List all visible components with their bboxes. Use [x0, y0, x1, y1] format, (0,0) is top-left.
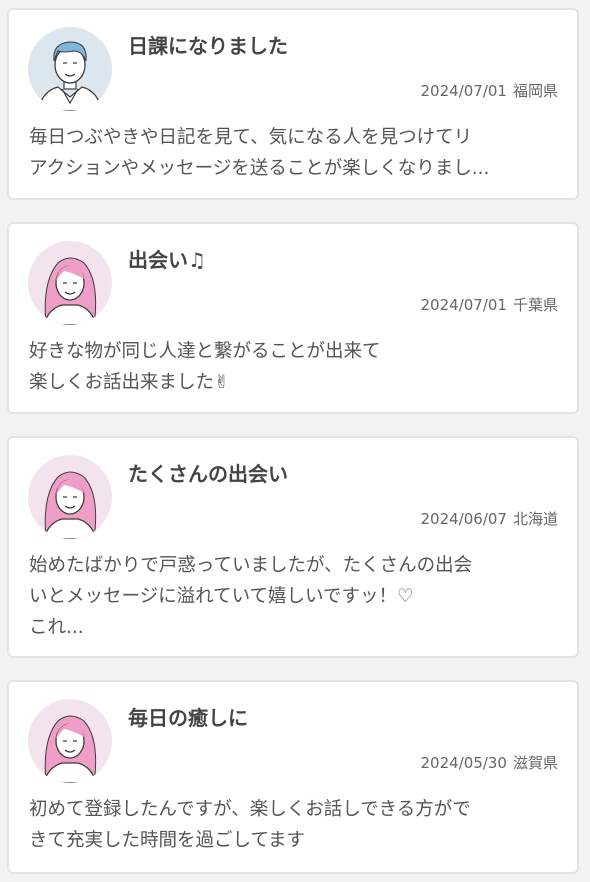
review-meta: 2024/05/30 滋賀県: [421, 752, 558, 773]
review-meta: 2024/07/01 千葉県: [421, 294, 558, 315]
woman-avatar-icon: [28, 241, 112, 325]
review-body: 始めたばかりで戸惑っていましたが、たくさんの出会 いとメッセージに溢れていて嬉し…: [29, 555, 473, 638]
review-card[interactable]: 毎日の癒しに 2024/05/30 滋賀県 初めて登録したんですが、楽しくお話しで…: [7, 680, 579, 874]
review-date: 2024/06/07: [420, 510, 507, 528]
review-meta: 2024/06/07 北海道: [421, 508, 558, 529]
woman-avatar-icon: [28, 699, 112, 783]
review-card[interactable]: 出会い♫ 2024/07/01 千葉県 好きな物が同じ人達と繋がることが出来て 楽…: [7, 222, 579, 414]
review-title: 出会い♫: [128, 248, 206, 272]
review-meta: 2024/07/01 福岡県: [421, 80, 558, 101]
review-body: 毎日つぶやきや日記を見て、気になる人を見つけてリ アクションやメッセージを送るこ…: [29, 127, 490, 179]
review-card[interactable]: たくさんの出会い 2024/06/07 北海道 始めたばかりで戸惑っていましたが、…: [7, 436, 579, 658]
review-title: たくさんの出会い: [128, 462, 288, 486]
review-location: 北海道: [512, 510, 558, 528]
review-title: 毎日の癒しに: [128, 706, 248, 730]
review-date: 2024/07/01: [420, 82, 507, 100]
review-title: 日課になりました: [128, 34, 288, 58]
review-location: 滋賀県: [512, 754, 558, 772]
review-body: 初めて登録したんですが、楽しくお話しできる方がで きて充実した時間を過ごしてます: [29, 799, 471, 851]
review-date: 2024/05/30: [420, 754, 507, 772]
review-body: 好きな物が同じ人達と繋がることが出来て 楽しくお話出来ました✌: [29, 341, 381, 393]
review-location: 福岡県: [512, 82, 558, 100]
review-location: 千葉県: [512, 296, 558, 314]
review-list: 日課になりました 2024/07/01 福岡県 毎日つぶやきや日記を見て、気になる…: [0, 0, 590, 882]
man-avatar-icon: [28, 27, 112, 111]
review-date: 2024/07/01: [420, 296, 507, 314]
woman-avatar-icon: [28, 455, 112, 539]
review-card[interactable]: 日課になりました 2024/07/01 福岡県 毎日つぶやきや日記を見て、気になる…: [7, 8, 579, 200]
